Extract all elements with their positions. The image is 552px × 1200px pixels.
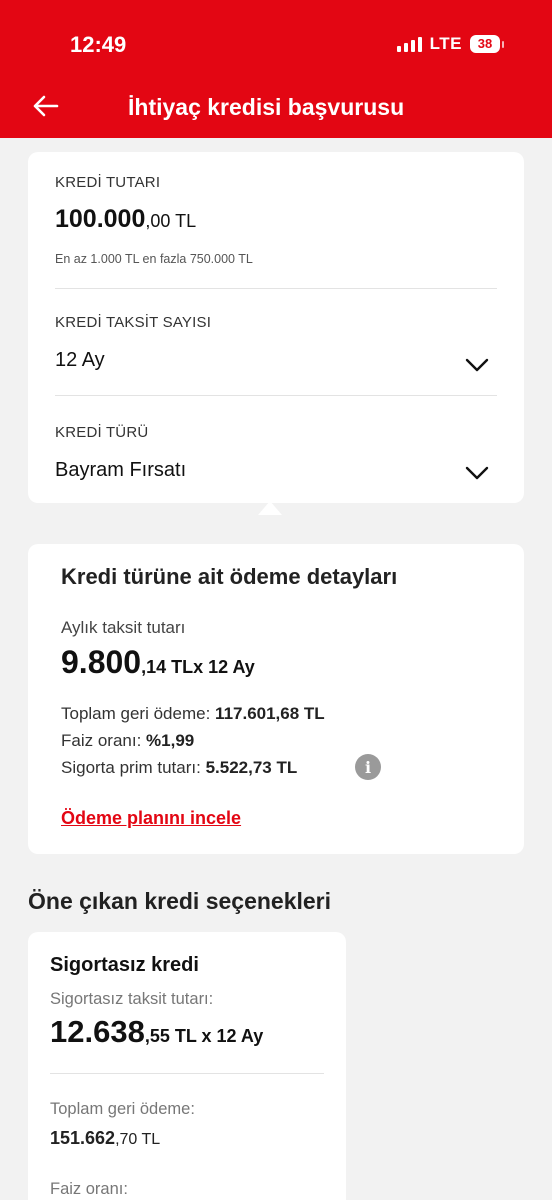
loan-type-label: KREDİ TÜRÜ [55, 424, 149, 441]
loan-type-value: Bayram Fırsatı [55, 459, 187, 481]
battery-icon: 38 [470, 35, 504, 53]
payment-details-card: Kredi türüne ait ödeme detayları Aylık t… [28, 544, 524, 854]
featured-section-title: Öne çıkan kredi seçenekleri [28, 888, 332, 914]
status-time: 12:49 [70, 32, 127, 57]
total-repayment: Toplam geri ödeme: 117.601,68 TL [61, 704, 325, 723]
option-rate-label: Faiz oranı: [50, 1180, 128, 1198]
details-title: Kredi türüne ait ödeme detayları [61, 564, 398, 589]
installment-label: KREDİ TAKSİT SAYISI [55, 314, 212, 331]
loan-amount-value[interactable]: 100.000,00 TL [55, 205, 497, 234]
uninsured-loan-card[interactable]: Sigortasız kredi Sigortasız taksit tutar… [28, 932, 346, 1200]
info-icon[interactable]: i [355, 754, 381, 780]
option-installment-value: 12.638,55 TL x 12 Ay [50, 1014, 264, 1049]
monthly-installment-value: 9.800,14 TLx 12 Ay [61, 644, 255, 680]
loan-amount-label: KREDİ TUTARI [55, 174, 161, 191]
loan-amount-field[interactable]: KREDİ TUTARI 100.000,00 TL En az 1.000 T… [55, 174, 497, 266]
divider [50, 1073, 324, 1074]
monthly-installment-label: Aylık taksit tutarı [61, 618, 186, 637]
battery-level: 38 [470, 35, 500, 53]
tooltip-pointer [258, 501, 282, 515]
option-total-label: Toplam geri ödeme: [50, 1100, 195, 1118]
back-button[interactable] [30, 90, 62, 122]
option-title: Sigortasız kredi [50, 954, 199, 976]
installment-select[interactable]: KREDİ TAKSİT SAYISI 12 Ay [55, 314, 497, 372]
chevron-down-icon[interactable] [465, 358, 489, 372]
divider [55, 288, 497, 289]
signal-icon [396, 36, 422, 52]
loan-type-select[interactable]: KREDİ TÜRÜ Bayram Fırsatı [55, 424, 497, 482]
arrow-left-icon [33, 95, 59, 117]
divider [55, 395, 497, 396]
app-header: 12:49 LTE 38 İhtiyaç kredisi başvurusu [0, 0, 552, 138]
option-installment-label: Sigortasız taksit tutarı: [50, 990, 214, 1008]
chevron-down-icon[interactable] [465, 466, 489, 480]
loan-form-card: KREDİ TUTARI 100.000,00 TL En az 1.000 T… [28, 152, 524, 503]
page-title: İhtiyaç kredisi başvurusu [128, 94, 405, 120]
network-type: LTE [429, 34, 462, 53]
payment-plan-link[interactable]: Ödeme planını incele [61, 808, 241, 829]
loan-amount-hint: En az 1.000 TL en fazla 750.000 TL [55, 252, 253, 266]
installment-value: 12 Ay [55, 349, 105, 371]
interest-rate: Faiz oranı: %1,99 [61, 731, 195, 750]
option-total-value: 151.662,70 TL [50, 1128, 161, 1148]
status-indicators: LTE 38 [396, 34, 504, 54]
insurance-premium: Sigorta prim tutarı: 5.522,73 TL [61, 758, 298, 777]
